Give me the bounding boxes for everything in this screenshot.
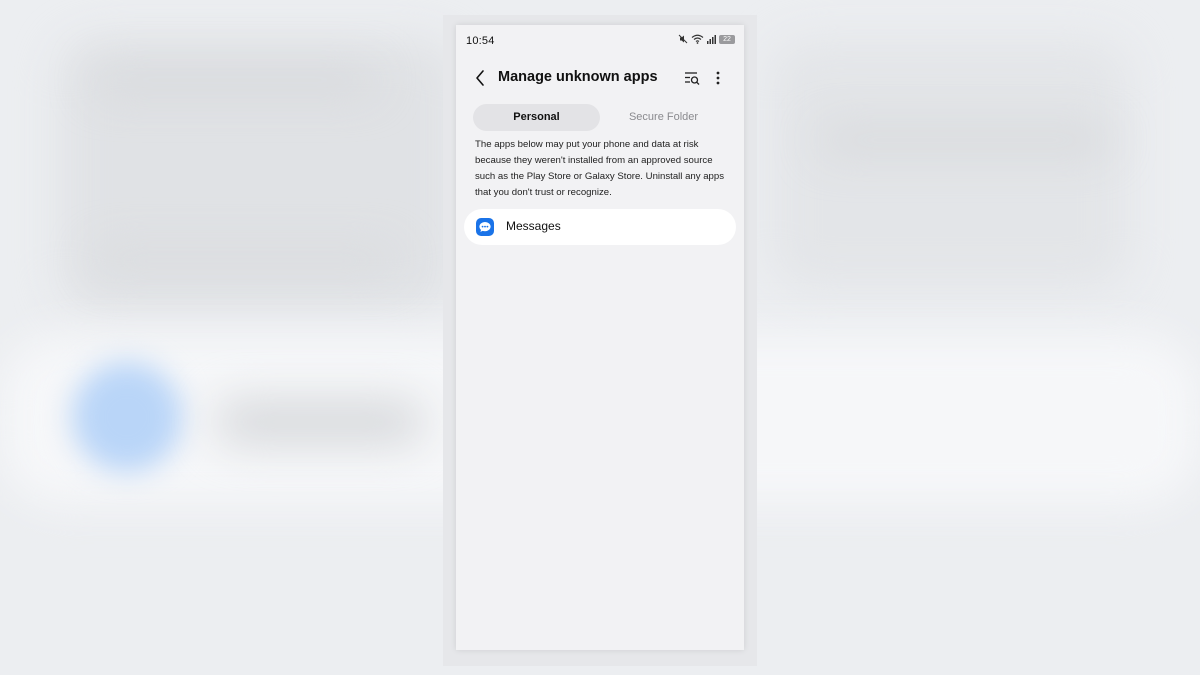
status-time: 10:54 [466, 35, 495, 47]
tab-personal[interactable]: Personal [473, 104, 600, 131]
status-icons: 22 [678, 34, 735, 44]
messages-icon [476, 218, 494, 236]
background-blur-shape [95, 70, 375, 90]
background-blur-shape [215, 400, 425, 444]
background-blur-shape [820, 130, 1110, 150]
wifi-icon [691, 34, 704, 44]
more-options-icon[interactable] [712, 69, 724, 87]
battery-icon: 22 [719, 34, 735, 44]
background-blur-icon [72, 362, 182, 472]
app-bar: Manage unknown apps [456, 61, 744, 95]
phone-screen: 10:54 22 Manage unknown apps Personal Se… [456, 25, 744, 650]
app-name: Messages [506, 219, 561, 233]
mute-icon [678, 34, 688, 44]
status-bar: 10:54 22 [456, 25, 744, 57]
back-arrow-icon[interactable] [472, 68, 490, 88]
background-blur-shape [770, 40, 1130, 290]
tab-secure-folder[interactable]: Secure Folder [600, 104, 727, 131]
signal-icon [707, 34, 716, 44]
search-filter-icon[interactable] [683, 69, 701, 87]
page-title: Manage unknown apps [498, 69, 658, 85]
app-list-item[interactable]: Messages [464, 209, 736, 245]
background-blur-shape [95, 250, 395, 272]
risk-description: The apps below may put your phone and da… [475, 139, 725, 198]
tab-bar: Personal Secure Folder [473, 104, 727, 131]
